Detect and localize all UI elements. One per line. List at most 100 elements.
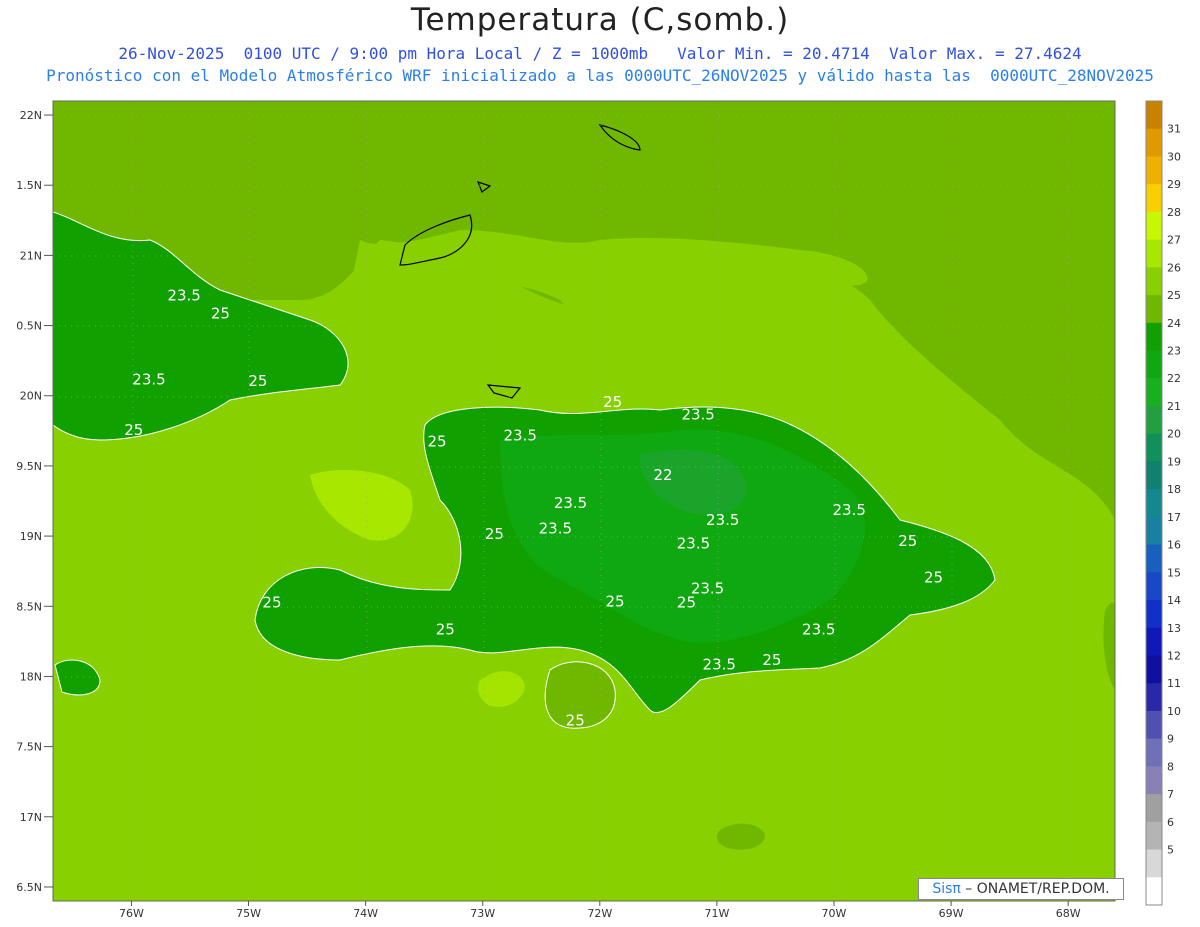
colorbar-swatch [1146,295,1162,324]
lat-label: 18N [20,670,42,683]
colorbar-label: 27 [1167,234,1181,247]
colorbar-swatch [1146,239,1162,268]
contour-label: 23.5 [681,406,714,424]
contour-label: 23.5 [677,535,710,553]
colorbar-swatch [1146,489,1162,518]
contour-label: 23.5 [539,519,572,537]
lat-label: 20N [20,390,42,403]
contour-label: 25 [211,305,230,323]
colorbar-label: 22 [1167,372,1181,385]
colorbar-swatch [1146,572,1162,601]
credit-text: – ONAMET/REP.DOM. [960,881,1110,897]
contour-label: 25 [436,620,455,638]
contour-label: 23.5 [503,427,536,445]
colorbar-swatch [1146,101,1162,130]
colorbar-label: 17 [1167,511,1181,524]
lon-label: 73W [470,907,495,920]
colorbar-label: 10 [1167,705,1181,718]
colorbar-swatch [1146,877,1162,906]
colorbar-swatch [1146,350,1162,379]
contour-label: 25 [485,525,504,543]
colorbar: 31 30 29 28 27 26 25 24 23 22 21 20 19 18 17 16 15 14 13 12… [1145,100,1181,906]
colorbar-swatch [1146,738,1162,767]
lat-label: 22N [20,109,42,122]
lon-label: 72W [587,907,612,920]
lat-label: 6.5N [16,881,42,894]
contour-label: 25 [124,421,143,439]
colorbar-swatch [1146,600,1162,629]
colorbar-label: 18 [1167,483,1181,496]
colorbar-swatch [1146,627,1162,656]
contour-label: 25 [603,393,622,411]
colorbar-label: 30 [1167,150,1181,163]
lon-label: 68W [1056,907,1081,920]
colorbar-label: 24 [1167,317,1181,330]
lon-label: 74W [353,907,378,920]
contour-label: 23.5 [703,655,736,673]
contour-label: 25 [262,594,281,612]
colorbar-label: 25 [1167,289,1181,302]
colorbar-swatch [1146,322,1162,352]
lon-label: 76W [119,907,144,920]
colorbar-label: 5 [1167,844,1174,857]
colorbar-label: 15 [1167,566,1181,579]
colorbar-swatch [1146,405,1162,435]
colorbar-label: 16 [1167,539,1181,552]
lon-label: 70W [822,907,847,920]
colorbar-label: 13 [1167,622,1181,635]
contour-label: 25 [924,568,943,586]
colorbar-label: 20 [1167,428,1181,441]
contour-label: 25 [248,372,267,390]
colorbar-swatch [1146,461,1162,490]
colorbar-swatch [1146,821,1162,851]
lat-label: 19N [20,530,42,543]
contour-label: 25 [428,432,447,450]
colorbar-swatch [1146,710,1162,740]
colorbar-label: 8 [1167,760,1174,773]
colorbar-swatch [1146,433,1162,462]
colorbar-label: 14 [1167,594,1181,607]
temperature-map: 22N 1.5N 21N 0.5N 20N 9.5N 19N 8.5N 18N 7.5N 17N 6.… [16,100,1181,920]
colorbar-swatch [1146,516,1162,546]
colorbar-swatch [1146,849,1162,878]
lon-label: 71W [704,907,729,920]
colorbar-swatch [1146,128,1162,157]
contour-label: 23.5 [802,620,835,638]
contour-label: 25 [566,712,585,730]
lon-label: 69W [939,907,964,920]
colorbar-swatch [1146,655,1162,684]
colorbar-label: 26 [1167,261,1181,274]
lat-label: 17N [20,811,42,824]
colorbar-swatch [1146,267,1162,296]
contour-label: 25 [605,592,624,610]
lat-label: 7.5N [16,741,42,754]
colorbar-label: 12 [1167,649,1181,662]
credit-brand: Sisπ [932,881,961,897]
lon-label: 75W [236,907,261,920]
lat-label: 21N [20,249,42,262]
credit-box: Sisπ – ONAMET/REP.DOM. [918,878,1124,900]
contour-label: 23.5 [132,371,165,389]
colorbar-label: 11 [1167,677,1181,690]
colorbar-swatch [1146,766,1162,795]
lat-label: 0.5N [16,320,42,333]
colorbar-swatch [1146,794,1162,823]
colorbar-label: 31 [1167,123,1181,136]
colorbar-label: 29 [1167,178,1181,191]
longitude-labels: 76W 75W 74W 73W 72W 71W 70W 69W 68W [119,901,1081,920]
colorbar-label: 23 [1167,345,1181,358]
lat-label: 8.5N [16,600,42,613]
contour-label: 23.5 [833,501,866,519]
colorbar-label: 21 [1167,400,1181,413]
colorbar-label: 19 [1167,455,1181,468]
contour-label: 25 [762,651,781,669]
colorbar-swatch [1146,378,1162,407]
colorbar-swatch [1146,211,1162,241]
colorbar-label: 6 [1167,816,1174,829]
lat-label: 1.5N [16,179,42,192]
colorbar-swatch [1146,184,1162,213]
contour-label: 22 [653,466,672,484]
colorbar-label: 28 [1167,206,1181,219]
colorbar-label: 7 [1167,788,1174,801]
contour-label: 23.5 [167,286,200,304]
